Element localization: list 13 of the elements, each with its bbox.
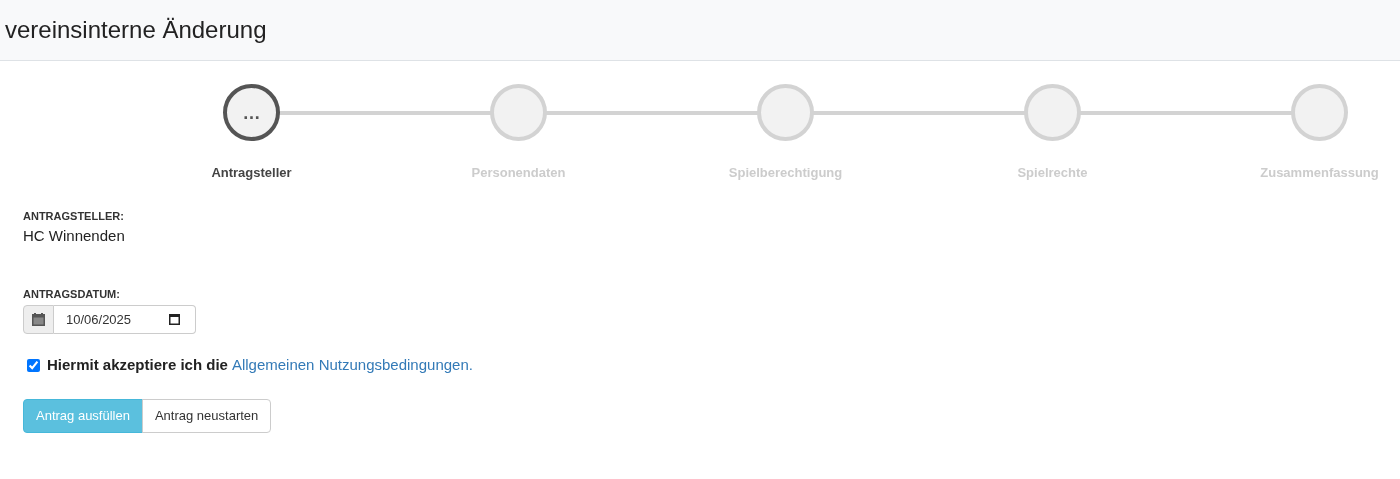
restart-button[interactable]: Antrag neustarten (141, 398, 272, 433)
calendar-icon[interactable] (169, 314, 180, 325)
field-label: ANTRAGSDATUM: (23, 289, 121, 300)
terms-link[interactable]: Allgemeinen Nutzungsbedingungen. (231, 354, 473, 377)
step-label: Antragsteller (211, 164, 292, 182)
applicant-value: HC Winnenden (23, 228, 126, 243)
date-field[interactable]: 10/06/2025 (54, 305, 196, 334)
page-title: vereinsinterne Änderung (5, 18, 267, 42)
calendar-icon (32, 313, 45, 326)
field-label: ANTRAGSTELLER: (23, 211, 125, 222)
step-icon: … (242, 103, 261, 122)
terms-text: Hiermit akzeptiere ich die (47, 355, 228, 375)
terms-checkbox[interactable] (27, 358, 40, 372)
